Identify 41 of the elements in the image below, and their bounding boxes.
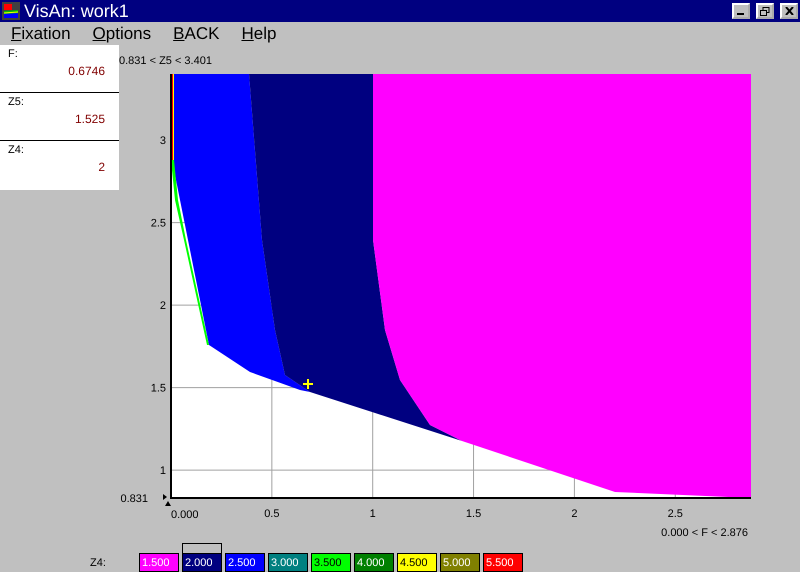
x-tick-label: 1: [370, 508, 376, 520]
field-value: 0.6746: [68, 64, 105, 78]
y-tick-label: 2.5: [150, 218, 166, 230]
field-label: F:: [8, 48, 19, 60]
y-tick-label: 1.5: [150, 382, 166, 395]
menu-item[interactable]: Options: [92, 24, 152, 44]
legend-swatch[interactable]: 4.000: [354, 553, 394, 572]
legend-swatch[interactable]: 4.500: [397, 553, 437, 572]
close-button[interactable]: [780, 3, 798, 19]
app-icon: [2, 2, 20, 20]
field-label: Z4:: [8, 144, 25, 156]
y-tick-label: 2: [160, 300, 166, 312]
x-tick-label: 1.5: [466, 508, 482, 520]
window-title: VisAn: work1: [24, 0, 130, 22]
y-min-label: 0.831: [120, 493, 148, 505]
legend-swatch[interactable]: 5.500: [483, 553, 523, 572]
menu-item[interactable]: Help: [241, 24, 276, 44]
restore-button[interactable]: [756, 3, 774, 19]
x-min-label: 0.000: [171, 509, 199, 521]
legend-swatch[interactable]: 5.000: [440, 553, 480, 572]
minimize-button[interactable]: [732, 3, 750, 19]
field-value: 1.525: [74, 112, 105, 126]
legend-swatch[interactable]: 2.500: [225, 553, 265, 572]
y-tick-label: 1: [160, 465, 166, 478]
x-tick-label: 2.5: [668, 508, 683, 520]
x-tick-label: 0.5: [264, 508, 280, 520]
y-tick-label: 3: [160, 135, 166, 148]
field-value: 2: [98, 160, 105, 174]
field-label: Z5:: [8, 96, 25, 108]
menu-item[interactable]: Fixation: [11, 24, 71, 44]
x-tick-label: 2: [571, 508, 578, 520]
legend-swatch[interactable]: 3.500: [311, 553, 351, 572]
close-icon: [784, 7, 794, 15]
axis-range-label: 0.831 < Z5 < 3.401: [119, 54, 213, 68]
axis-range-label: 0.000 < F < 2.876: [661, 527, 748, 539]
arrow-marker-icon: [163, 494, 171, 506]
restore-icon: [760, 6, 770, 16]
legend-swatch[interactable]: 3.000: [268, 553, 308, 572]
menu-item[interactable]: BACK: [173, 24, 220, 44]
crosshair-icon: [302, 378, 314, 390]
legend-label: Z4:: [90, 557, 107, 571]
